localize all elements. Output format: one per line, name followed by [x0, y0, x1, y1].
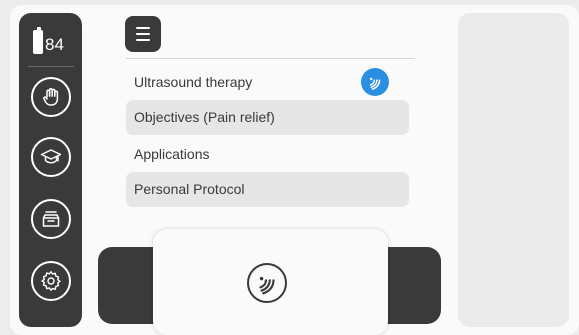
divider	[126, 58, 415, 59]
list-item-label: Ultrasound therapy	[134, 74, 253, 90]
ultrasound-icon	[369, 77, 381, 90]
graduation-cap-icon	[40, 149, 62, 164]
sidebar: 84	[19, 13, 82, 327]
list-item-label: Objectives (Pain relief)	[134, 109, 275, 125]
start-ultrasound-button[interactable]	[247, 263, 287, 303]
ultrasound-badge	[361, 68, 389, 96]
sidebar-item-settings[interactable]	[31, 261, 71, 301]
sidebar-item-hand[interactable]	[31, 77, 71, 117]
sidebar-item-archive[interactable]	[31, 199, 71, 239]
list-item-objectives[interactable]: Objectives (Pain relief)	[126, 100, 409, 135]
sidebar-item-education[interactable]	[31, 137, 71, 177]
hand-icon	[43, 88, 59, 106]
ultrasound-icon	[259, 276, 275, 295]
list-item-personal-protocol[interactable]: Personal Protocol	[126, 172, 409, 207]
menu-button[interactable]	[125, 16, 161, 52]
battery-indicator: 84	[33, 27, 64, 54]
archive-tray-icon	[42, 211, 60, 227]
hamburger-menu-icon	[136, 27, 150, 29]
battery-level: 84	[45, 35, 64, 54]
right-panel	[458, 13, 569, 327]
list-item-applications[interactable]: Applications	[126, 137, 409, 172]
list-item-label: Personal Protocol	[134, 181, 245, 197]
gear-icon	[41, 271, 61, 291]
list-item-label: Applications	[134, 146, 210, 162]
sidebar-divider	[28, 66, 74, 67]
battery-icon	[33, 27, 43, 54]
